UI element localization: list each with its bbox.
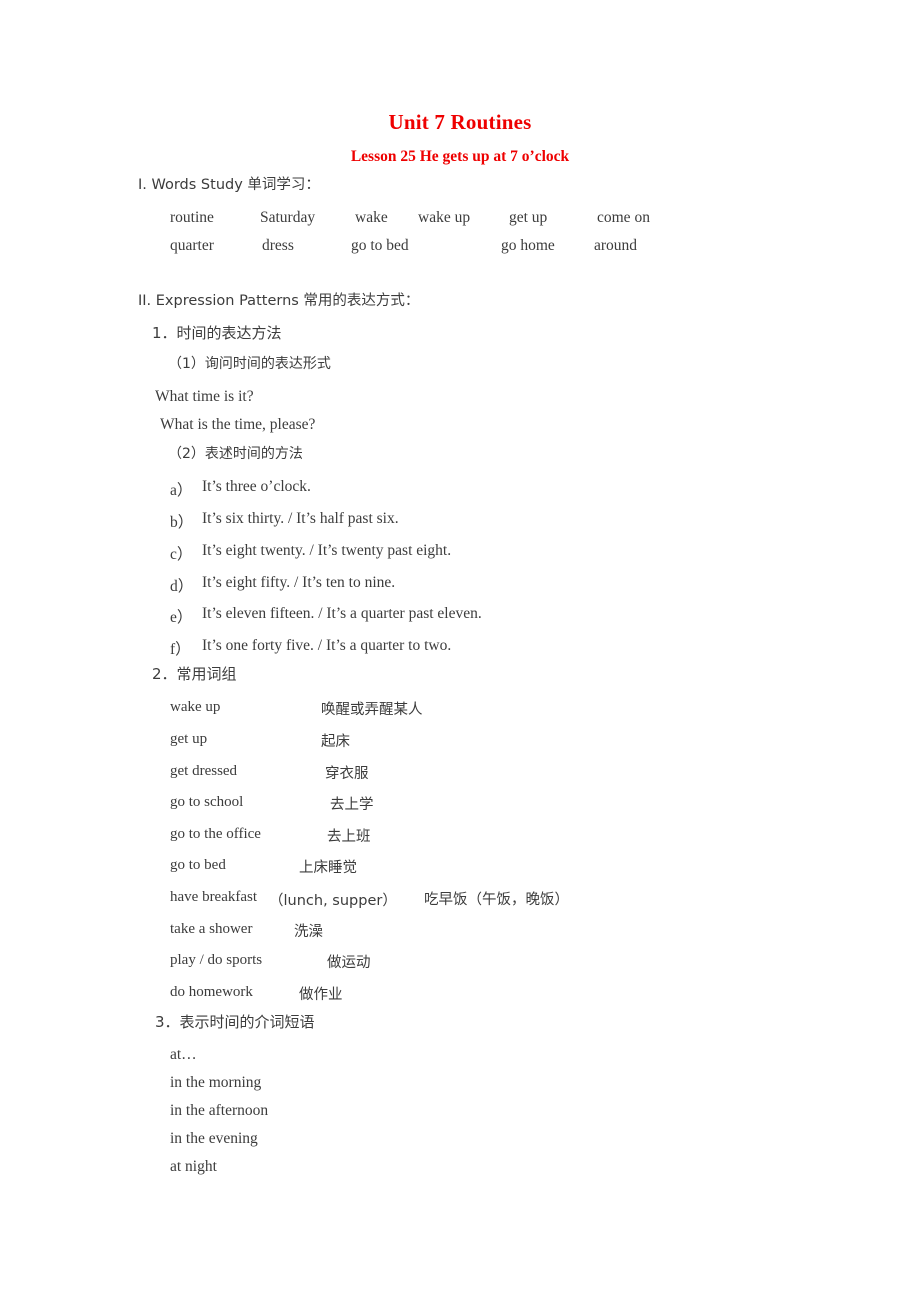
word-item: Saturday [260, 209, 316, 226]
page-subtitle: Lesson 25 He gets up at 7 o’clock [350, 148, 570, 165]
phrase-english: take a shower [170, 921, 253, 937]
phrase-chinese: 洗澡 [294, 924, 323, 940]
subsection-heading-common-phrases: 2．常用词组 [152, 665, 237, 683]
example-text: It’s eight fifty. / It’s ten to nine. [202, 574, 396, 591]
word-item: around [594, 237, 638, 254]
phrase-english: do homework [170, 984, 253, 1000]
phrase-chinese: 去上学 [330, 797, 374, 813]
word-item: go to bed [351, 237, 409, 254]
phrase-chinese: 唤醒或弄醒某人 [321, 702, 423, 718]
example-letter: a） [170, 482, 193, 499]
section-heading-words-study: I. Words Study 单词学习： [138, 177, 320, 193]
section-heading-expression-patterns: II. Expression Patterns 常用的表达方式： [138, 293, 420, 309]
page-title: Unit 7 Routines [388, 110, 532, 134]
preposition-item: at night [170, 1158, 217, 1175]
example-letter: b） [170, 514, 194, 531]
example-text: It’s three o’clock. [202, 478, 311, 495]
subsection-heading-time-prepositions: 3．表示时间的介词短语 [155, 1013, 315, 1031]
phrase-english: go to school [170, 794, 244, 810]
phrase-chinese: 吃早饭（午饭，晚饭） [424, 892, 569, 908]
subsection-heading-time-expressions: 1．时间的表达方法 [152, 324, 282, 342]
phrase-chinese: 穿衣服 [325, 766, 369, 782]
example-letter: d） [170, 578, 194, 595]
preposition-item: in the evening [170, 1130, 258, 1147]
word-item: dress [262, 237, 294, 254]
word-item: routine [170, 209, 214, 226]
phrase-chinese: 做运动 [327, 955, 371, 971]
phrase-chinese: 起床 [321, 734, 350, 750]
preposition-item: in the morning [170, 1074, 262, 1091]
question-what-time-is-it: What time is it? [155, 388, 254, 405]
word-item: come on [597, 209, 650, 226]
example-text: It’s eleven fifteen. / It’s a quarter pa… [202, 605, 482, 622]
sub-item-label-asking-time: （1）询问时间的表达形式 [168, 356, 331, 372]
question-what-is-the-time: What is the time, please? [160, 416, 316, 433]
phrase-chinese: 去上班 [327, 829, 371, 845]
phrase-english: have breakfast [170, 889, 258, 905]
document-page: Unit 7 Routines Lesson 25 He gets up at … [0, 0, 920, 1302]
preposition-item: at… [170, 1046, 197, 1063]
phrase-chinese: 上床睡觉 [299, 860, 357, 876]
example-text: It’s eight twenty. / It’s twenty past ei… [202, 542, 452, 559]
preposition-item: in the afternoon [170, 1102, 269, 1119]
phrase-english: get dressed [170, 763, 238, 779]
example-letter: f） [170, 641, 191, 658]
phrase-english: play / do sports [170, 952, 263, 968]
example-letter: e） [170, 609, 193, 626]
phrase-english: go to the office [170, 826, 261, 842]
word-item: go home [501, 237, 555, 254]
phrase-english: wake up [170, 699, 221, 715]
phrase-chinese: 做作业 [299, 987, 343, 1003]
word-item: wake [355, 209, 388, 226]
sub-item-label-telling-time: （2）表述时间的方法 [168, 446, 303, 462]
phrase-english-variants: （lunch, supper） [269, 893, 397, 909]
phrase-english: get up [170, 731, 208, 747]
word-item: get up [509, 209, 548, 226]
example-letter: c） [170, 546, 193, 563]
example-text: It’s six thirty. / It’s half past six. [202, 510, 399, 527]
word-item: wake up [418, 209, 471, 226]
phrase-english: go to bed [170, 857, 226, 873]
word-item: quarter [170, 237, 214, 254]
example-text: It’s one forty five. / It’s a quarter to… [202, 637, 452, 654]
